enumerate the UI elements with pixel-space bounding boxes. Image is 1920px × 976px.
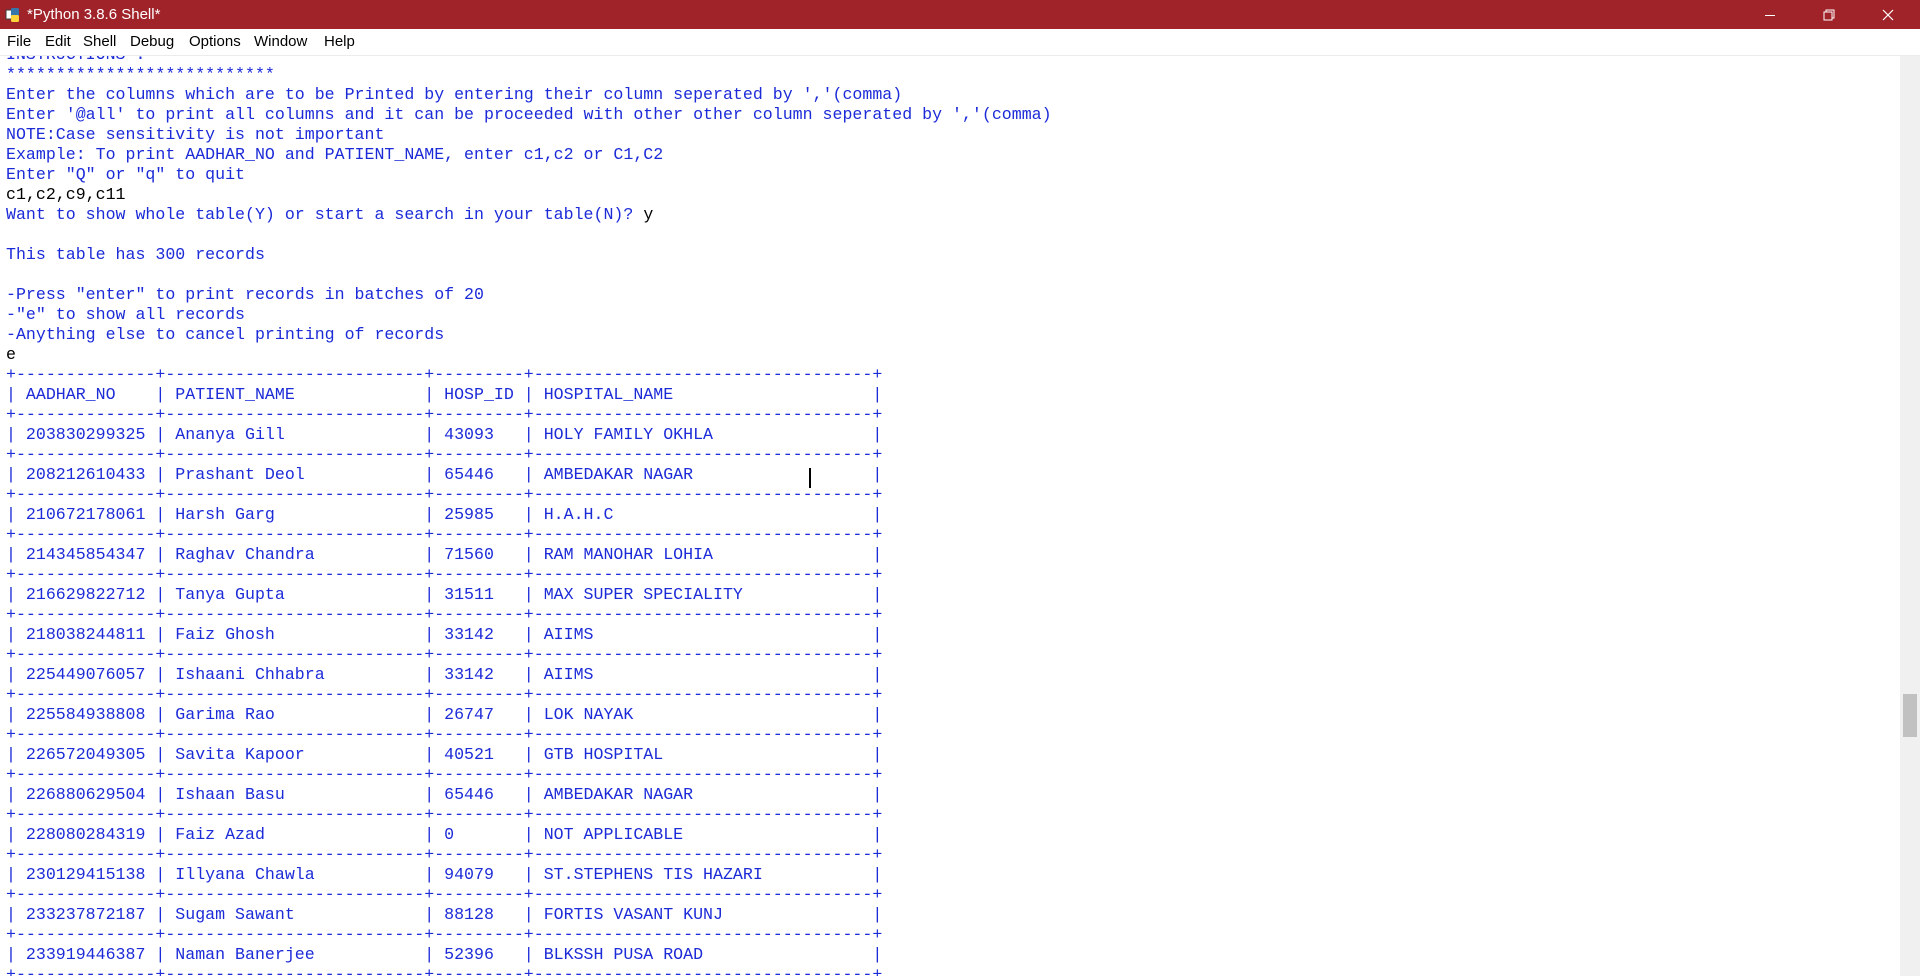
- table-row: | 226880629504 | Ishaan Basu | 65446 | A…: [6, 785, 883, 804]
- table-border: +--------------+------------------------…: [6, 605, 883, 624]
- table-border: +--------------+------------------------…: [6, 805, 883, 824]
- close-button[interactable]: [1859, 0, 1916, 29]
- shell-output-line: Enter the columns which are to be Printe…: [6, 85, 903, 104]
- menu-help[interactable]: Help: [324, 29, 355, 55]
- menu-debug[interactable]: Debug: [130, 29, 174, 55]
- table-row: | 233237872187 | Sugam Sawant | 88128 | …: [6, 905, 883, 924]
- text-cursor: [809, 468, 811, 488]
- table-border: +--------------+------------------------…: [6, 725, 883, 744]
- table-row: | 225584938808 | Garima Rao | 26747 | LO…: [6, 705, 883, 724]
- menu-options[interactable]: Options: [189, 29, 241, 55]
- menu-window[interactable]: Window: [254, 29, 307, 55]
- shell-output-line: Want to show whole table(Y) or start a s…: [6, 205, 654, 224]
- shell-output-line: -Press "enter" to print records in batch…: [6, 285, 484, 304]
- table-row: | 230129415138 | Illyana Chawla | 94079 …: [6, 865, 883, 884]
- shell-output-line: Enter '@all' to print all columns and it…: [6, 105, 1052, 124]
- menu-edit[interactable]: Edit: [45, 29, 71, 55]
- shell-output-line: This table has 300 records: [6, 245, 265, 264]
- table-border: +--------------+------------------------…: [6, 485, 883, 504]
- table-row: | 226572049305 | Savita Kapoor | 40521 |…: [6, 745, 883, 764]
- user-input-line: e: [6, 345, 16, 364]
- table-border: +--------------+------------------------…: [6, 645, 883, 664]
- table-row: | 203830299325 | Ananya Gill | 43093 | H…: [6, 425, 883, 444]
- table-border: +--------------+------------------------…: [6, 685, 883, 704]
- shell-output-line: -Anything else to cancel printing of rec…: [6, 325, 445, 344]
- title-bar[interactable]: *Python 3.8.6 Shell*: [0, 0, 1920, 29]
- table-border: +--------------+------------------------…: [6, 405, 883, 424]
- table-border: +--------------+------------------------…: [6, 565, 883, 584]
- table-row: | 214345854347 | Raghav Chandra | 71560 …: [6, 545, 883, 564]
- shell-output-line: INSTRUCTIONS :: [6, 56, 145, 65]
- table-border: +--------------+------------------------…: [6, 365, 883, 384]
- vertical-scrollbar[interactable]: [1900, 56, 1920, 976]
- table-row: | 225449076057 | Ishaani Chhabra | 33142…: [6, 665, 883, 684]
- minimize-button[interactable]: [1741, 0, 1798, 29]
- table-border: +--------------+------------------------…: [6, 845, 883, 864]
- restore-icon: [1823, 9, 1834, 20]
- table-border: +--------------+------------------------…: [6, 445, 883, 464]
- close-icon: [1882, 9, 1893, 20]
- minimize-icon: [1764, 14, 1775, 16]
- user-input-line: c1,c2,c9,c11: [6, 185, 126, 204]
- restore-button[interactable]: [1800, 0, 1857, 29]
- table-border: +--------------+------------------------…: [6, 525, 883, 544]
- table-border: +--------------+------------------------…: [6, 765, 883, 784]
- table-header: | AADHAR_NO | PATIENT_NAME | HOSP_ID | H…: [6, 385, 883, 404]
- table-row: | 228080284319 | Faiz Azad | 0 | NOT APP…: [6, 825, 883, 844]
- menu-bar: File Edit Shell Debug Options Window Hel…: [0, 29, 1920, 56]
- shell-output-line: Enter "Q" or "q" to quit: [6, 165, 245, 184]
- menu-shell[interactable]: Shell: [83, 29, 116, 55]
- table-row: | 218038244811 | Faiz Ghosh | 33142 | AI…: [6, 625, 883, 644]
- shell-output-line: Example: To print AADHAR_NO and PATIENT_…: [6, 145, 664, 164]
- shell-output-line: -"e" to show all records: [6, 305, 245, 324]
- table-border: +--------------+------------------------…: [6, 885, 883, 904]
- table-row: | 210672178061 | Harsh Garg | 25985 | H.…: [6, 505, 883, 524]
- table-row: | 233919446387 | Naman Banerjee | 52396 …: [6, 945, 883, 964]
- menu-file[interactable]: File: [7, 29, 31, 55]
- table-row: | 216629822712 | Tanya Gupta | 31511 | M…: [6, 585, 883, 604]
- python-logo-icon: [5, 7, 21, 23]
- shell-output-line: ***************************: [6, 65, 275, 84]
- window-title: *Python 3.8.6 Shell*: [27, 6, 161, 23]
- table-border: +--------------+------------------------…: [6, 925, 883, 944]
- shell-output-line: NOTE:Case sensitivity is not important: [6, 125, 385, 144]
- table-border: +--------------+------------------------…: [6, 965, 883, 976]
- scrollbar-thumb[interactable]: [1903, 694, 1917, 737]
- shell-text-area[interactable]: INSTRUCTIONS :**************************…: [0, 56, 1900, 976]
- table-row: | 208212610433 | Prashant Deol | 65446 |…: [6, 465, 883, 484]
